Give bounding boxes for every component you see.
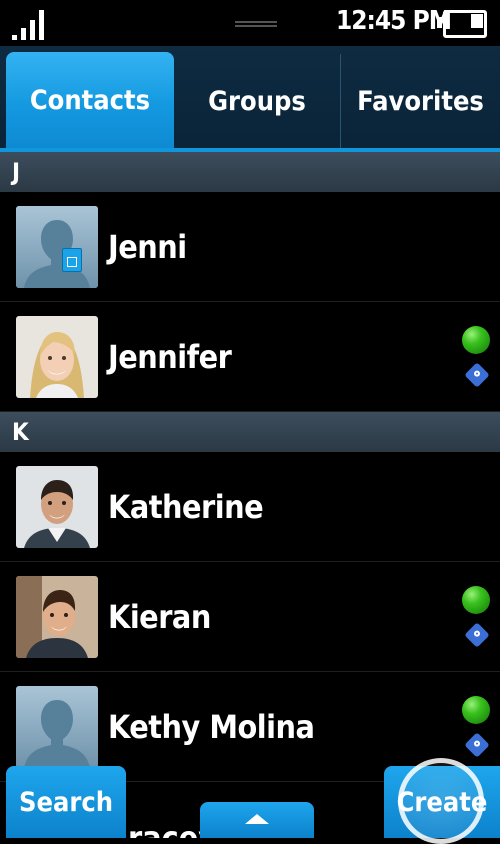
google-talk-icon (464, 362, 490, 388)
drag-handle-icon[interactable] (235, 21, 277, 27)
battery-icon (437, 10, 487, 38)
contact-name: Katherine (108, 488, 264, 526)
google-talk-icon (464, 622, 490, 648)
contact-row[interactable]: Kieran (0, 562, 500, 672)
contact-row[interactable]: Jennifer (0, 302, 500, 412)
google-talk-icon (464, 732, 490, 758)
signal-strength-icon (12, 8, 52, 40)
tab-favorites[interactable]: Favorites (340, 54, 500, 148)
sim-card-icon (62, 248, 82, 272)
section-header-k: K (0, 412, 500, 452)
tab-groups[interactable]: Groups (174, 54, 340, 148)
tab-contacts[interactable]: Contacts (6, 52, 174, 148)
section-header-j: J (0, 152, 500, 192)
online-status-icon (462, 586, 490, 614)
status-bar: 12:45 PM (0, 0, 500, 46)
contact-name: Jennifer (108, 338, 232, 376)
arrow-up-icon[interactable] (200, 802, 314, 838)
action-bar: Search Create (0, 766, 500, 838)
status-time: 12:45 PM (336, 6, 452, 36)
contact-name: Kieran (108, 598, 211, 636)
contact-row[interactable]: Jenni (0, 192, 500, 302)
contact-photo-jennifer (16, 316, 98, 398)
create-button[interactable]: Create (384, 766, 500, 838)
online-status-icon (462, 696, 490, 724)
contact-name: Jenni (108, 228, 187, 266)
default-avatar-icon (16, 686, 98, 768)
tab-bar: Contacts Groups Favorites (0, 46, 500, 152)
default-avatar-icon (16, 206, 98, 288)
contact-list: J Jenni Jennifer K Katherine Kieran Keth… (0, 152, 500, 782)
contact-photo-kieran (16, 576, 98, 658)
search-button[interactable]: Search (6, 766, 126, 838)
contact-row[interactable]: Katherine (0, 452, 500, 562)
contact-photo-katherine (16, 466, 98, 548)
online-status-icon (462, 326, 490, 354)
